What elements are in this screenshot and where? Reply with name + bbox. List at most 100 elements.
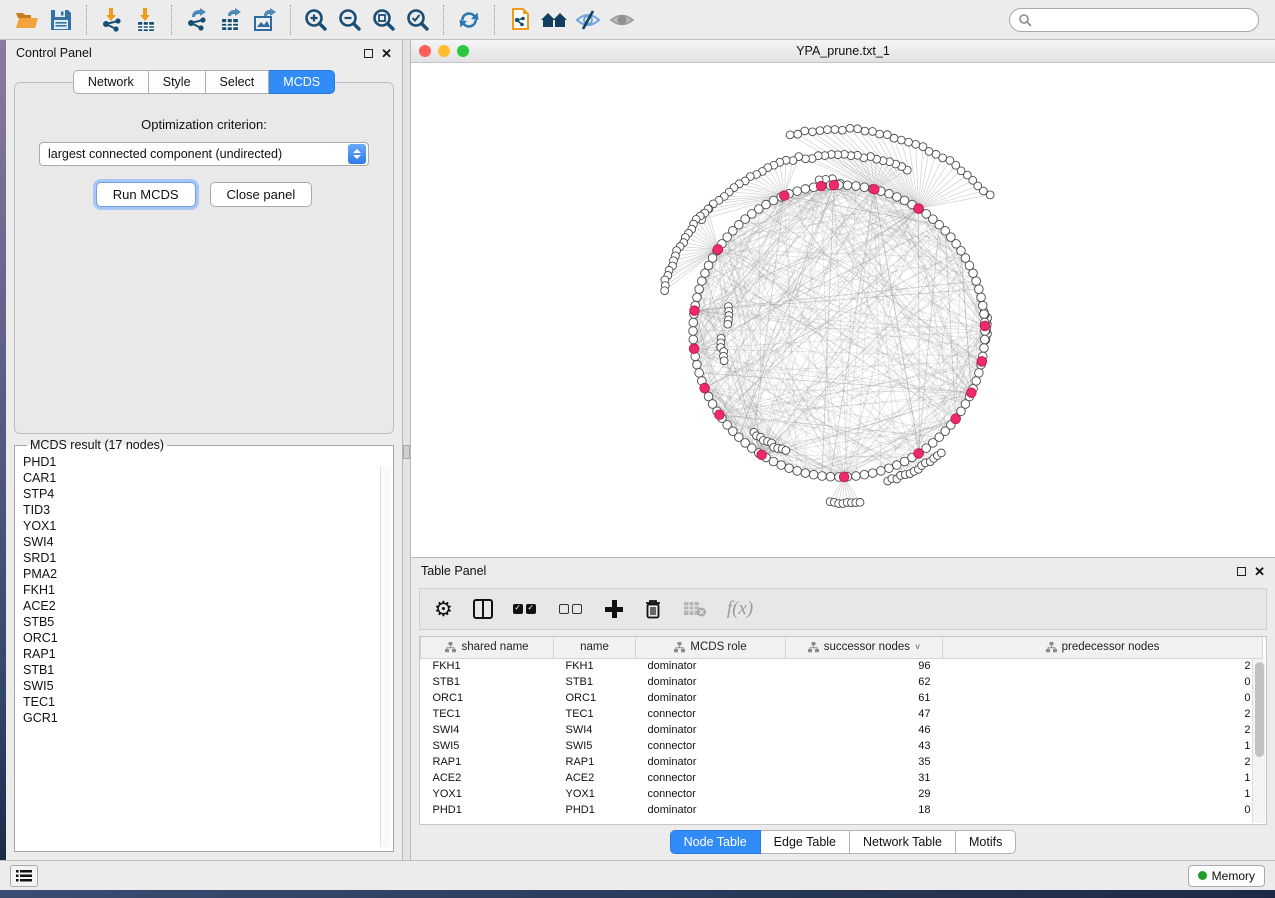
network-node[interactable] bbox=[977, 293, 986, 302]
network-node[interactable] bbox=[946, 157, 954, 165]
tab-node-table[interactable]: Node Table bbox=[670, 830, 761, 854]
network-canvas[interactable] bbox=[411, 63, 1275, 557]
cell-MCDS-role[interactable]: dominator bbox=[636, 658, 786, 674]
run-mcds-button[interactable]: Run MCDS bbox=[96, 182, 196, 207]
dominator-node[interactable] bbox=[715, 410, 725, 420]
cell-predecessor-nodes[interactable]: 0 bbox=[943, 690, 1263, 706]
network-node[interactable] bbox=[816, 127, 824, 135]
cell-MCDS-role[interactable]: dominator bbox=[636, 802, 786, 818]
close-window-traffic-light[interactable] bbox=[419, 45, 431, 57]
table-row[interactable]: SWI4SWI4dominator462 bbox=[421, 722, 1263, 738]
network-node[interactable] bbox=[868, 469, 877, 478]
cell-successor-nodes[interactable]: 29 bbox=[786, 786, 943, 802]
export-table-button[interactable] bbox=[214, 4, 248, 36]
table-row[interactable]: FKH1FKH1dominator962 bbox=[421, 658, 1263, 674]
network-node[interactable] bbox=[846, 124, 854, 132]
network-node[interactable] bbox=[724, 320, 732, 328]
network-node[interactable] bbox=[975, 369, 984, 378]
mcds-result-item[interactable]: STP4 bbox=[21, 486, 393, 502]
network-node[interactable] bbox=[831, 126, 839, 134]
cell-name[interactable]: RAP1 bbox=[554, 754, 636, 770]
hide-graphics-details-button[interactable] bbox=[571, 4, 605, 36]
table-settings-gear-icon[interactable]: ⚙ bbox=[434, 596, 453, 622]
mcds-result-item[interactable]: YOX1 bbox=[21, 518, 393, 534]
network-node[interactable] bbox=[777, 461, 786, 470]
network-node[interactable] bbox=[885, 190, 894, 199]
network-node[interactable] bbox=[860, 470, 869, 479]
deselect-all-icon[interactable] bbox=[559, 596, 585, 622]
mcds-result-item[interactable]: FKH1 bbox=[21, 582, 393, 598]
table-row[interactable]: ORC1ORC1dominator610 bbox=[421, 690, 1263, 706]
network-node[interactable] bbox=[838, 126, 846, 134]
column-header-MCDS-role[interactable]: MCDS role bbox=[636, 637, 786, 658]
import-network-button[interactable] bbox=[95, 4, 129, 36]
cell-successor-nodes[interactable]: 47 bbox=[786, 706, 943, 722]
network-node[interactable] bbox=[701, 269, 710, 278]
table-row[interactable]: TEC1TEC1connector472 bbox=[421, 706, 1263, 722]
search-input[interactable] bbox=[1032, 13, 1250, 27]
network-node[interactable] bbox=[809, 470, 818, 479]
network-node[interactable] bbox=[885, 464, 894, 473]
panel-splitter[interactable] bbox=[402, 40, 411, 860]
network-node[interactable] bbox=[782, 447, 790, 455]
cell-name[interactable]: ACE2 bbox=[554, 770, 636, 786]
cell-successor-nodes[interactable]: 62 bbox=[786, 674, 943, 690]
network-node[interactable] bbox=[876, 130, 884, 138]
cell-name[interactable]: STB1 bbox=[554, 674, 636, 690]
cell-MCDS-role[interactable]: dominator bbox=[636, 754, 786, 770]
memory-button[interactable]: Memory bbox=[1188, 865, 1265, 887]
network-node[interactable] bbox=[897, 136, 905, 144]
cell-predecessor-nodes[interactable]: 1 bbox=[943, 770, 1263, 786]
network-node[interactable] bbox=[793, 187, 802, 196]
cell-shared-name[interactable]: PHD1 bbox=[421, 802, 554, 818]
tab-network-table[interactable]: Network Table bbox=[850, 830, 956, 854]
close-panel-button[interactable]: Close panel bbox=[210, 182, 313, 207]
network-node[interactable] bbox=[801, 127, 809, 135]
mcds-result-item[interactable]: STB1 bbox=[21, 662, 393, 678]
export-image-button[interactable] bbox=[248, 4, 282, 36]
optimization-criterion-select[interactable]: largest connected component (undirected) bbox=[39, 142, 369, 166]
dominator-node[interactable] bbox=[914, 204, 924, 214]
cell-predecessor-nodes[interactable]: 2 bbox=[943, 706, 1263, 722]
cell-name[interactable]: SWI4 bbox=[554, 722, 636, 738]
mcds-result-item[interactable]: TID3 bbox=[21, 502, 393, 518]
network-node[interactable] bbox=[883, 131, 891, 139]
task-history-button[interactable] bbox=[10, 865, 38, 887]
table-row[interactable]: STB1STB1dominator620 bbox=[421, 674, 1263, 690]
dominator-node[interactable] bbox=[780, 191, 790, 201]
dominator-node[interactable] bbox=[757, 450, 767, 460]
clone-network-button[interactable] bbox=[503, 4, 537, 36]
network-node[interactable] bbox=[693, 293, 702, 302]
mcds-result-item[interactable]: RAP1 bbox=[21, 646, 393, 662]
network-node[interactable] bbox=[919, 143, 927, 151]
dominator-node[interactable] bbox=[870, 185, 880, 195]
network-node[interactable] bbox=[937, 449, 945, 457]
table-row[interactable]: ACE2ACE2connector311 bbox=[421, 770, 1263, 786]
mcds-result-item[interactable]: CAR1 bbox=[21, 470, 393, 486]
cell-shared-name[interactable]: SWI4 bbox=[421, 722, 554, 738]
column-header-predecessor-nodes[interactable]: predecessor nodes bbox=[943, 637, 1263, 658]
dominator-node[interactable] bbox=[914, 449, 924, 459]
cell-predecessor-nodes[interactable]: 0 bbox=[943, 674, 1263, 690]
delete-column-trash-icon[interactable] bbox=[643, 596, 663, 622]
cell-MCDS-role[interactable]: connector bbox=[636, 786, 786, 802]
save-session-button[interactable] bbox=[44, 4, 78, 36]
export-network-button[interactable] bbox=[180, 4, 214, 36]
table-row[interactable]: PHD1PHD1dominator180 bbox=[421, 802, 1263, 818]
tab-edge-table[interactable]: Edge Table bbox=[761, 830, 850, 854]
cell-name[interactable]: YOX1 bbox=[554, 786, 636, 802]
cell-successor-nodes[interactable]: 61 bbox=[786, 690, 943, 706]
cell-name[interactable]: ORC1 bbox=[554, 690, 636, 706]
float-table-panel-icon[interactable] bbox=[1237, 567, 1246, 576]
cell-name[interactable]: SWI5 bbox=[554, 738, 636, 754]
network-node[interactable] bbox=[843, 181, 852, 190]
cell-predecessor-nodes[interactable]: 1 bbox=[943, 786, 1263, 802]
network-node[interactable] bbox=[972, 277, 981, 286]
splitter-grip[interactable] bbox=[403, 445, 410, 459]
zoom-selected-button[interactable] bbox=[401, 4, 435, 36]
cell-MCDS-role[interactable]: connector bbox=[636, 706, 786, 722]
network-node[interactable] bbox=[720, 357, 728, 365]
network-node[interactable] bbox=[826, 472, 835, 481]
cell-predecessor-nodes[interactable]: 2 bbox=[943, 722, 1263, 738]
network-node[interactable] bbox=[698, 277, 707, 286]
